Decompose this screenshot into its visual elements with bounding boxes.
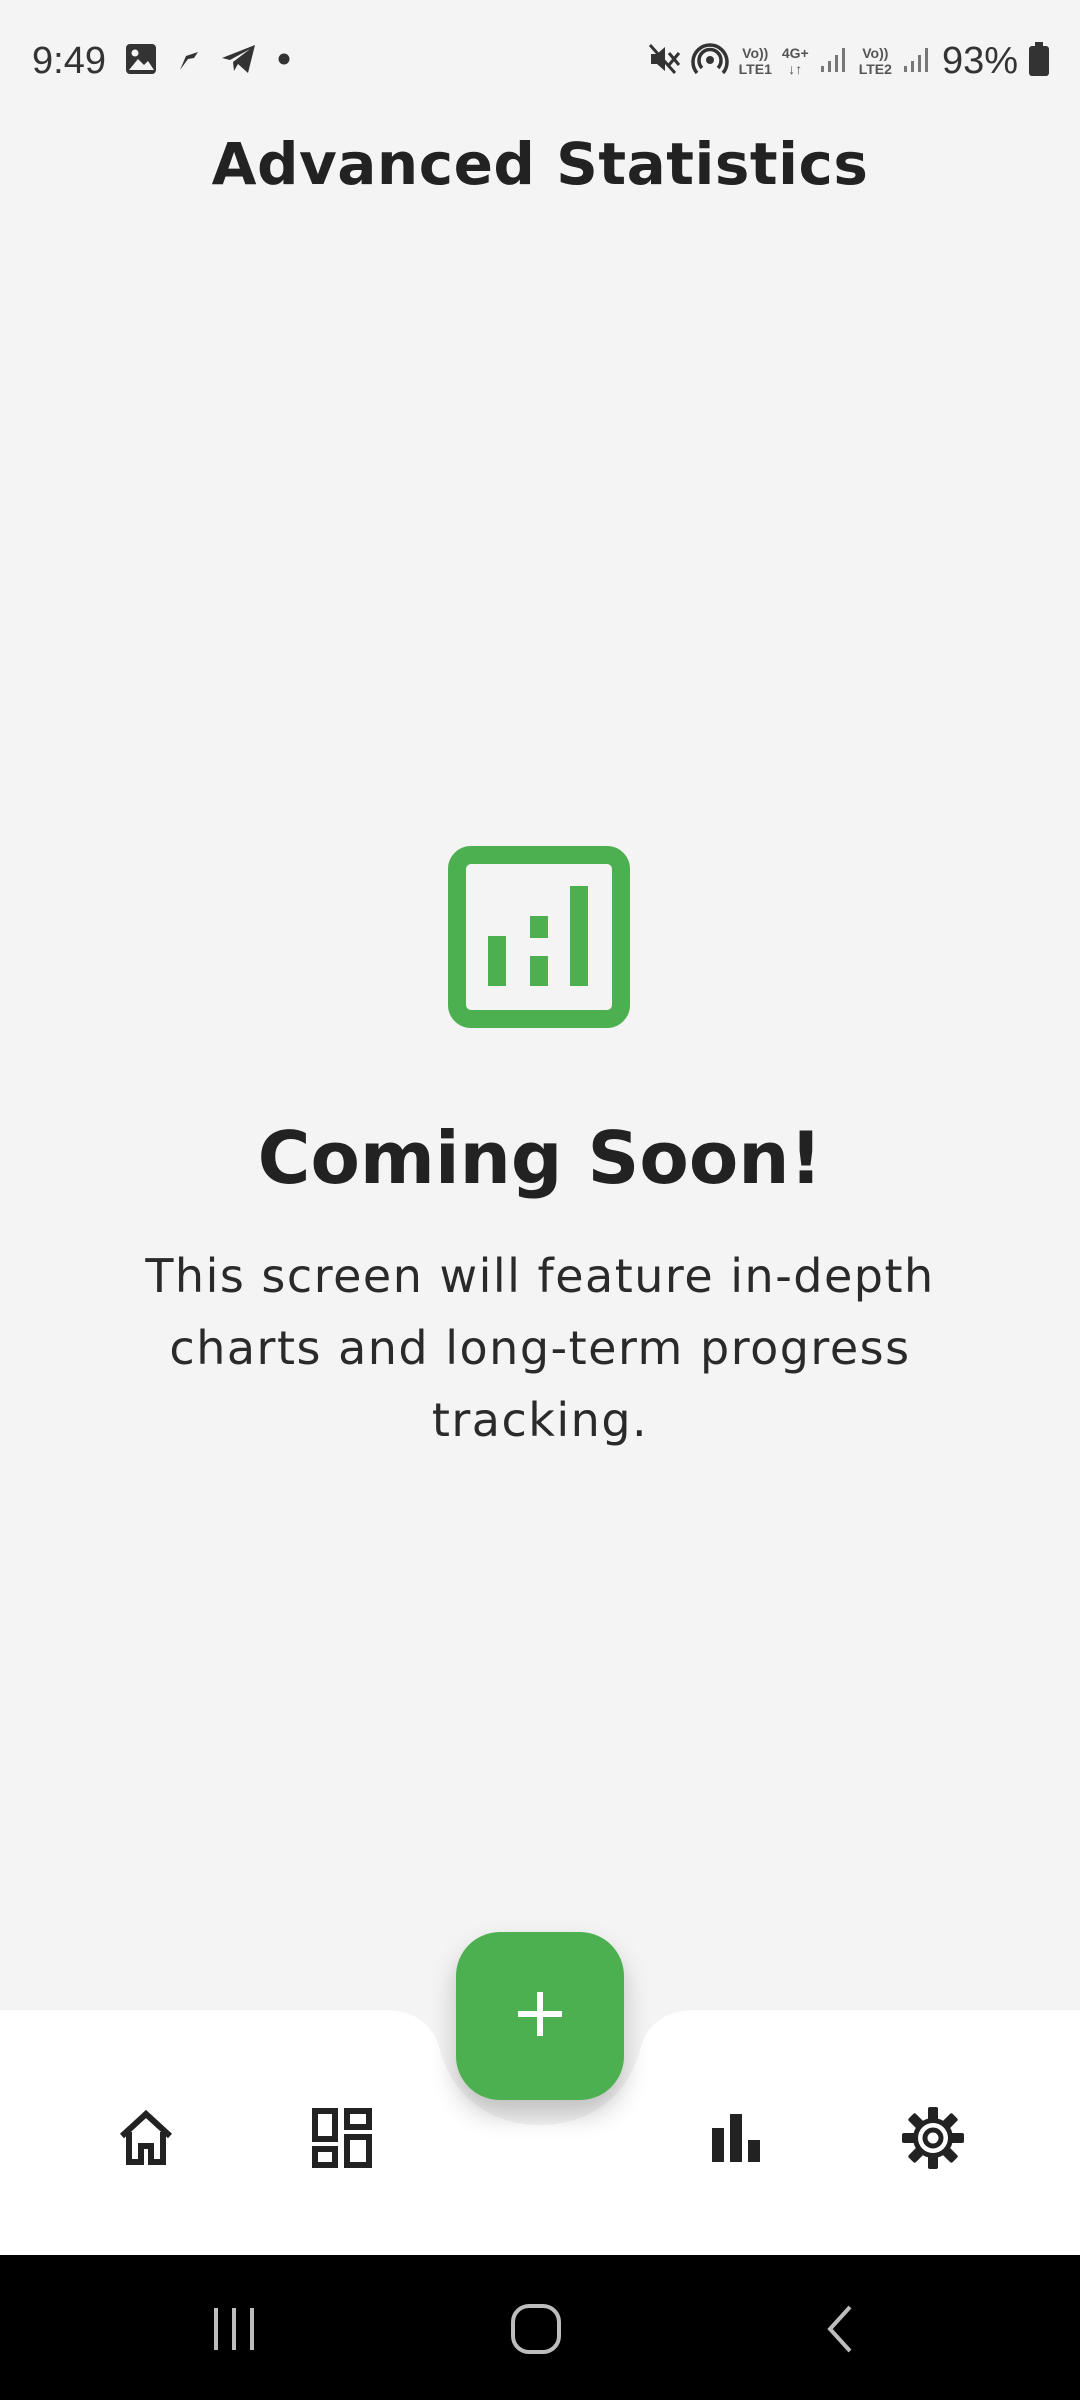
- sim1-label-bottom: LTE1: [738, 61, 772, 77]
- sim2-label-top: Vo)): [862, 45, 889, 61]
- sim1-label: Vo)) LTE1: [739, 45, 772, 77]
- status-bar: 9:49 Vo)) LTE1 4G+ ↓↑ Vo)) LTE2 93%: [0, 0, 1080, 120]
- back-button[interactable]: [800, 2291, 880, 2371]
- recents-icon: [206, 2304, 262, 2358]
- signal-icon: [819, 44, 849, 78]
- mute-icon: [647, 42, 681, 80]
- system-nav-bar: [0, 2255, 1080, 2400]
- bar-chart-icon: [708, 2110, 764, 2170]
- nav-home[interactable]: [96, 2090, 196, 2190]
- network-type-label: 4G+: [781, 45, 809, 61]
- status-left: 9:49: [32, 36, 292, 86]
- nav-dashboard[interactable]: [292, 2090, 392, 2190]
- home-circle-icon: [508, 2301, 564, 2361]
- flipboard-icon: [176, 44, 202, 78]
- back-icon: [820, 2301, 860, 2361]
- home-icon: [114, 2106, 178, 2174]
- add-button[interactable]: [456, 1932, 624, 2100]
- battery-icon: [1028, 41, 1050, 81]
- gallery-icon: [124, 42, 158, 80]
- battery-percent: 93%: [941, 39, 1018, 82]
- data-arrows-icon: ↓↑: [788, 61, 803, 77]
- sim1-label-top: Vo)): [742, 45, 769, 61]
- plus-icon: [514, 1988, 566, 2044]
- page-title: Advanced Statistics: [211, 130, 869, 198]
- system-home-button[interactable]: [496, 2291, 576, 2371]
- nav-statistics[interactable]: [686, 2090, 786, 2190]
- status-time: 9:49: [32, 39, 106, 82]
- coming-soon-description: This screen will feature in-depth charts…: [145, 1249, 935, 1447]
- nav-settings[interactable]: [883, 2090, 983, 2190]
- telegram-icon: [220, 43, 258, 79]
- status-right: Vo)) LTE1 4G+ ↓↑ Vo)) LTE2 93%: [647, 36, 1050, 86]
- settings-icon: [900, 2105, 966, 2175]
- coming-soon-title: Coming Soon!: [257, 1116, 823, 1200]
- dot-icon: [276, 51, 292, 71]
- recents-button[interactable]: [194, 2291, 274, 2371]
- bar-chart-box-icon: [448, 846, 630, 1028]
- signal-icon: [902, 44, 932, 78]
- sim2-label: Vo)) LTE2: [859, 45, 892, 77]
- hotspot-icon: [690, 40, 729, 82]
- dashboard-icon: [311, 2107, 373, 2173]
- network-type: 4G+ ↓↑: [782, 45, 809, 77]
- sim2-label-bottom: LTE2: [858, 61, 892, 77]
